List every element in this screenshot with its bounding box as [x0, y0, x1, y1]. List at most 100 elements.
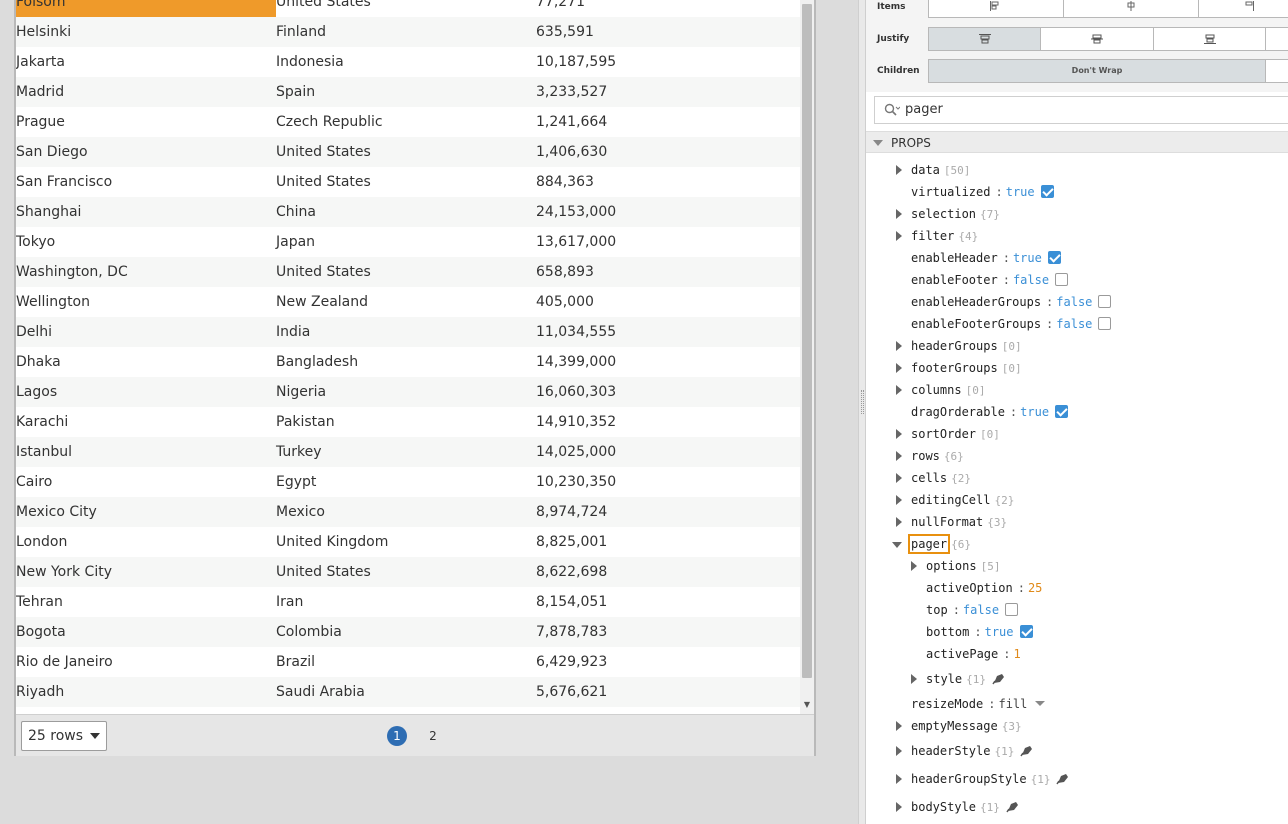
prop-row-headerGroups[interactable]: headerGroups [0] [866, 336, 1288, 356]
table-cell-country[interactable]: Turkey [276, 437, 536, 467]
prop-row-bodyStyle[interactable]: bodyStyle {1} [866, 797, 1288, 817]
prop-checkbox[interactable] [1055, 273, 1069, 286]
table-row[interactable]: Delhi India 11,034,555 [16, 317, 800, 347]
table-cell-city[interactable]: Wellington [16, 287, 276, 317]
table-cell-country[interactable]: Saudi Arabia [276, 677, 536, 707]
table-cell-population[interactable]: 7,878,783 [536, 617, 800, 647]
table-cell-country[interactable]: Finland [276, 17, 536, 47]
table-row[interactable]: Folsom United States 77,271 [16, 0, 800, 17]
prop-row-virtualized[interactable]: virtualized: true [866, 182, 1288, 202]
table-cell-country[interactable]: United Kingdom [276, 527, 536, 557]
table-cell-population[interactable]: 10,187,595 [536, 47, 800, 77]
table-row[interactable]: Madrid Spain 3,233,527 [16, 77, 800, 107]
table-row[interactable]: New York City United States 8,622,698 [16, 557, 800, 587]
rows-per-page-select[interactable]: 25 rows [21, 721, 107, 751]
table-row[interactable]: Prague Czech Republic 1,241,664 [16, 107, 800, 137]
style-brush-icon[interactable] [1020, 745, 1033, 757]
table-row[interactable]: Dhaka Bangladesh 14,399,000 [16, 347, 800, 377]
table-cell-city[interactable]: Istanbul [16, 437, 276, 467]
prop-row-data[interactable]: data [50] [866, 160, 1288, 180]
table-cell-population[interactable]: 8,974,724 [536, 497, 800, 527]
table-cell-city[interactable]: San Francisco [16, 167, 276, 197]
items-align-end-button[interactable] [1198, 0, 1288, 18]
prop-row-headerStyle[interactable]: headerStyle {1} [866, 741, 1288, 761]
table-cell-country[interactable]: Indonesia [276, 47, 536, 77]
chevron-right-icon[interactable] [896, 231, 902, 241]
table-row[interactable]: San Francisco United States 884,363 [16, 167, 800, 197]
prop-row-sortOrder[interactable]: sortOrder [0] [866, 424, 1288, 444]
table-cell-city[interactable]: Delhi [16, 317, 276, 347]
table-cell-city[interactable]: Helsinki [16, 17, 276, 47]
chevron-right-icon[interactable] [896, 802, 902, 812]
chevron-right-icon[interactable] [911, 674, 917, 684]
table-cell-country[interactable]: New Zealand [276, 287, 536, 317]
prop-row-enableHeaderGroups[interactable]: enableHeaderGroups: false [866, 292, 1288, 312]
splitter-grip-icon[interactable] [861, 390, 864, 414]
table-row[interactable]: Shanghai China 24,153,000 [16, 197, 800, 227]
prop-row-filter[interactable]: filter {4} [866, 226, 1288, 246]
prop-checkbox[interactable] [1098, 317, 1112, 330]
table-cell-population[interactable]: 1,406,630 [536, 137, 800, 167]
prop-row-dragOrderable[interactable]: dragOrderable: true [866, 402, 1288, 422]
chevron-right-icon[interactable] [896, 341, 902, 351]
table-cell-population[interactable]: 24,153,000 [536, 197, 800, 227]
prop-row-cells[interactable]: cells {2} [866, 468, 1288, 488]
table-row[interactable]: Cairo Egypt 10,230,350 [16, 467, 800, 497]
table-cell-population[interactable]: 635,591 [536, 17, 800, 47]
table-row[interactable]: Tokyo Japan 13,617,000 [16, 227, 800, 257]
chevron-right-icon[interactable] [896, 495, 902, 505]
table-cell-country[interactable]: Japan [276, 227, 536, 257]
justify-end-button[interactable] [1153, 27, 1266, 51]
table-cell-population[interactable]: 14,910,352 [536, 407, 800, 437]
justify-center-button[interactable] [1040, 27, 1154, 51]
prop-row-headerGroupStyle[interactable]: headerGroupStyle {1} [866, 769, 1288, 789]
table-cell-city[interactable]: Prague [16, 107, 276, 137]
table-row[interactable]: Helsinki Finland 635,591 [16, 17, 800, 47]
table-cell-country[interactable]: United States [276, 0, 536, 17]
style-brush-icon[interactable] [992, 673, 1005, 685]
table-cell-population[interactable]: 16,060,303 [536, 377, 800, 407]
table-cell-country[interactable]: Egypt [276, 467, 536, 497]
chevron-right-icon[interactable] [896, 451, 902, 461]
table-cell-country[interactable]: China [276, 197, 536, 227]
prop-checkbox[interactable] [1047, 251, 1061, 264]
prop-row-rows[interactable]: rows {6} [866, 446, 1288, 466]
table-cell-population[interactable]: 14,025,000 [536, 437, 800, 467]
table-cell-city[interactable]: Karachi [16, 407, 276, 437]
items-align-center-button[interactable] [1063, 0, 1199, 18]
prop-row-nullFormat[interactable]: nullFormat {3} [866, 512, 1288, 532]
prop-value[interactable]: 25 [1028, 581, 1042, 595]
table-cell-population[interactable]: 14,399,000 [536, 347, 800, 377]
chevron-right-icon[interactable] [896, 363, 902, 373]
prop-row-activeOption[interactable]: activeOption:25 [866, 578, 1288, 598]
justify-space-button[interactable] [1265, 27, 1288, 51]
table-row[interactable]: Bogota Colombia 7,878,783 [16, 617, 800, 647]
table-cell-population[interactable]: 8,622,698 [536, 557, 800, 587]
panel-splitter[interactable] [858, 0, 866, 824]
prop-row-bottom[interactable]: bottom: true [866, 622, 1288, 642]
table-cell-country[interactable]: Iran [276, 587, 536, 617]
chevron-right-icon[interactable] [896, 385, 902, 395]
prop-row-enableFooterGroups[interactable]: enableFooterGroups: false [866, 314, 1288, 334]
table-cell-city[interactable]: San Diego [16, 137, 276, 167]
table-cell-population[interactable]: 77,271 [536, 0, 800, 17]
chevron-right-icon[interactable] [896, 721, 902, 731]
table-row[interactable]: Rio de Janeiro Brazil 6,429,923 [16, 647, 800, 677]
table-cell-country[interactable]: Bangladesh [276, 347, 536, 377]
table-cell-city[interactable]: Mexico City [16, 497, 276, 527]
dont-wrap-button[interactable]: Don't Wrap [928, 59, 1266, 83]
table-cell-country[interactable]: India [276, 317, 536, 347]
items-align-start-button[interactable] [928, 0, 1064, 18]
prop-checkbox[interactable] [1040, 185, 1054, 198]
style-brush-icon[interactable] [1056, 773, 1069, 785]
table-cell-population[interactable]: 884,363 [536, 167, 800, 197]
prop-value[interactable]: fill [998, 697, 1027, 711]
table-row[interactable]: Wellington New Zealand 405,000 [16, 287, 800, 317]
prop-row-pager[interactable]: pager {6} [866, 534, 1288, 554]
table-cell-city[interactable]: Jakarta [16, 47, 276, 77]
justify-start-button[interactable] [928, 27, 1041, 51]
chevron-right-icon[interactable] [896, 165, 902, 175]
table-cell-city[interactable]: Tokyo [16, 227, 276, 257]
chevron-down-icon[interactable] [892, 542, 902, 548]
wrap-button[interactable] [1265, 59, 1288, 83]
